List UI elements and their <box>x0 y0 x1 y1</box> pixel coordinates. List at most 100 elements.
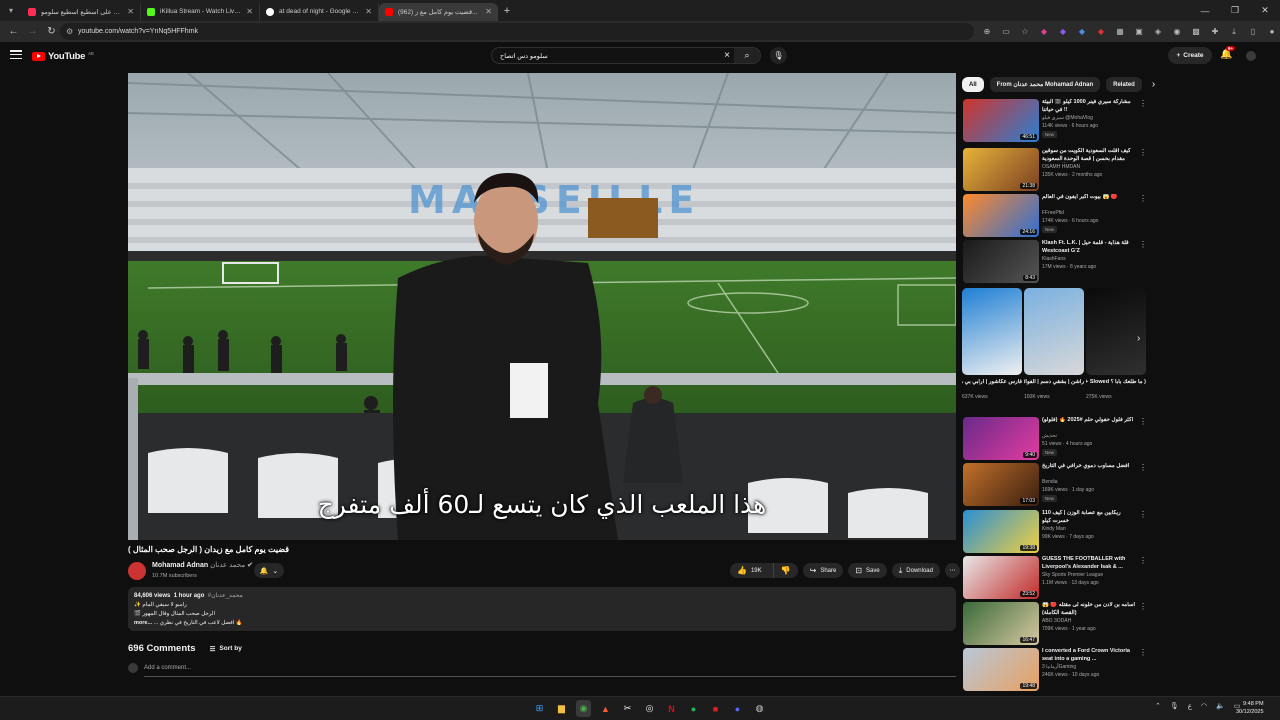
forward-icon[interactable]: → <box>23 26 42 37</box>
related-video-title[interactable]: GUESS THE FOOTBALLER with Liverpool's Al… <box>1042 556 1136 571</box>
menu-hamburger-icon[interactable] <box>10 50 22 59</box>
related-channel-name[interactable]: تحذيش <box>1042 433 1057 439</box>
extension-red-icon[interactable]: ◆ <box>1094 23 1108 40</box>
system-clock[interactable]: 9:48 PM 30/12/2025 <box>1236 700 1264 716</box>
bookmark-star-icon[interactable]: ☆ <box>1018 23 1032 40</box>
close-tab-icon[interactable]: ✕ <box>365 7 372 16</box>
video-player[interactable]: MARSEILLE VERY LEAGUE POWERED BY <box>128 73 956 540</box>
capcut-icon[interactable]: ✂ <box>620 700 635 717</box>
related-channel-name[interactable]: OSAMH HMDAN <box>1042 164 1080 170</box>
obs-icon[interactable]: ◎ <box>642 700 657 717</box>
extension-pink-icon[interactable]: ◆ <box>1037 23 1051 40</box>
related-video-item[interactable]: 21:38 كيف اقلت السعودية الكويت من سوقين م… <box>963 148 1148 192</box>
address-bar[interactable]: ⚙ youtube.com/watch?v=YnNq5HFFhmk <box>60 23 974 40</box>
related-channel-name[interactable]: ABO 3ODAH <box>1042 618 1071 624</box>
more-vertical-icon[interactable]: ⋮ <box>1139 648 1147 657</box>
related-channel-name[interactable]: سيري فيلو @MohaVlog <box>1042 115 1093 121</box>
related-video-item[interactable]: 24:16 بيوت اكبر ايفون في العالم 😱 🔴 FFreeP… <box>963 194 1148 238</box>
video-thumbnail[interactable]: 19:38 <box>963 510 1039 553</box>
related-video-item[interactable]: 23:52 GUESS THE FOOTBALLER with Liverpool… <box>963 556 1148 600</box>
chip-from-channel[interactable]: From محمد عدنان Mohamad Adnan <box>989 77 1101 92</box>
create-button[interactable]: + Create <box>1168 47 1212 64</box>
browser-tab-google[interactable]: at dead of night - Google Sear ✕ <box>260 2 379 21</box>
video-thumbnail[interactable]: 21:38 <box>963 148 1039 191</box>
related-video-title[interactable]: I converted a Ford Crown Victoria seat i… <box>1042 648 1136 663</box>
more-vertical-icon[interactable]: ⋮ <box>1139 556 1147 565</box>
more-vertical-icon[interactable]: ⋮ <box>1139 99 1147 108</box>
related-video-title[interactable]: أفضل مساوب دموي خرافي في التاريخ <box>1042 463 1136 471</box>
back-icon[interactable]: ← <box>4 26 23 37</box>
like-button[interactable]: 👍 19K <box>730 563 769 578</box>
related-video-item[interactable]: 46:51 مشاركة سيري فينر 1000 كيلو 🎬 البيئة… <box>963 99 1148 143</box>
video-thumbnail[interactable]: 24:16 <box>963 194 1039 237</box>
hashtag[interactable]: #محمد_عدنان <box>208 593 243 599</box>
extension-grid-icon[interactable]: ▦ <box>1113 23 1127 40</box>
more-vertical-icon[interactable]: ⋮ <box>1139 602 1147 611</box>
maximize-icon[interactable]: ❐ <box>1220 0 1250 21</box>
chip-all[interactable]: All <box>962 77 984 92</box>
related-channel-name[interactable]: FFreePfid <box>1042 210 1064 216</box>
netflix-icon[interactable]: N <box>664 700 679 717</box>
notifications-bell-icon[interactable]: 🔔 9+ <box>1220 46 1236 60</box>
tray-chevron-up-icon[interactable]: ⌃ <box>1155 702 1161 710</box>
video-thumbnail[interactable]: 8:43 <box>963 240 1039 283</box>
more-vertical-icon[interactable]: ⋮ <box>1139 194 1147 203</box>
search-input[interactable]: سلومو دس اتصاح × ⌕ <box>491 47 761 64</box>
short-info[interactable]: راشن | بشقي دسم | الفوائدات العالية 150K … <box>1024 379 1084 401</box>
more-vertical-icon[interactable]: ⋮ <box>1139 417 1147 426</box>
shorts-next-chevron-icon[interactable]: › <box>1137 333 1140 344</box>
more-vertical-icon[interactable]: ⋮ <box>1139 240 1147 249</box>
chip-related[interactable]: Related <box>1106 77 1142 92</box>
short-info[interactable]: فارس عكاشور | ارابي بي ماذا 😂 637K views <box>962 379 1022 401</box>
related-channel-name[interactable]: Sky Sports Premier League <box>1042 572 1103 578</box>
related-video-title[interactable]: بيوت اكبر ايفون في العالم 😱 🔴 <box>1042 194 1136 202</box>
cast-icon[interactable]: ▭ <box>999 23 1013 40</box>
related-channel-name[interactable]: Kindy Man <box>1042 526 1066 532</box>
zoom-icon[interactable]: ⊕ <box>980 23 994 40</box>
related-video-title[interactable]: كيف اقلت السعودية الكويت من سوقين مقدام … <box>1042 148 1136 163</box>
mic-tray-icon[interactable]: 🎙 <box>1170 702 1179 710</box>
browser-tab-tiktok[interactable]: انظر على اسطيع اسطيع سلومو ✕ <box>22 2 141 21</box>
sort-by-button[interactable]: ☰ Sort by <box>210 645 242 653</box>
show-more-link[interactable]: ...more <box>134 620 152 626</box>
account-avatar[interactable] <box>1246 51 1256 61</box>
channel-avatar[interactable] <box>128 562 146 580</box>
brave-icon[interactable]: ▲ <box>598 700 613 717</box>
related-video-item[interactable]: 9:40 اكثر فلول حفولي حلم #2025 🔥 (فلولو) ت… <box>963 417 1148 461</box>
reload-icon[interactable]: ↻ <box>42 26 61 37</box>
video-description[interactable]: 84,606 views 1 hour ago #محمد_عدنان رامب… <box>128 587 956 631</box>
download-button[interactable]: ⤓ Download <box>891 563 940 578</box>
more-vertical-icon[interactable]: ⋮ <box>1139 463 1147 472</box>
extension-diamond-icon[interactable]: ◈ <box>1151 23 1165 40</box>
related-video-title[interactable]: Klash Ft. L.K. | قلة هذاية - قلمة حيل We… <box>1042 240 1136 255</box>
share-button[interactable]: ↪ Share <box>802 563 844 578</box>
video-thumbnail[interactable]: 19:48 <box>963 648 1039 691</box>
voice-search-mic-icon[interactable]: 🎙 <box>770 47 787 64</box>
video-thumbnail[interactable]: 23:52 <box>963 556 1039 599</box>
close-window-icon[interactable]: ✕ <box>1250 0 1280 21</box>
related-video-item[interactable]: 16:47 اسامه بن لادن من خلونه لى مقتله 🔴 😱… <box>963 602 1148 646</box>
extensions-puzzle-icon[interactable]: ✚ <box>1208 23 1222 40</box>
related-channel-name[interactable]: أرمانيا 3Gaming <box>1042 664 1076 670</box>
video-thumbnail[interactable]: 17:03 <box>963 463 1039 506</box>
related-video-item[interactable]: 19:38 110 ريكابين مع عصابة الوزن | كيف خس… <box>963 510 1148 554</box>
video-thumbnail[interactable]: 16:47 <box>963 602 1039 645</box>
extension-purple-icon[interactable]: ◆ <box>1056 23 1070 40</box>
browser-tab-youtube-active[interactable]: (962) قضيت يوم كامل مع ز... ✕ <box>379 2 498 21</box>
short-thumbnail[interactable] <box>1024 288 1084 375</box>
more-actions-button[interactable]: ⋯ <box>944 563 960 578</box>
extension-blue-icon[interactable]: ◆ <box>1075 23 1089 40</box>
start-windows-icon[interactable]: ⊞ <box>532 700 547 717</box>
file-explorer-icon[interactable]: ▆ <box>554 700 569 717</box>
related-video-item[interactable]: 17:03 أفضل مساوب دموي خرافي في التاريخ Ben… <box>963 463 1148 507</box>
download-icon[interactable]: ⤓ <box>1227 23 1241 40</box>
wifi-icon[interactable]: ◠ <box>1201 702 1207 710</box>
short-thumbnail[interactable] <box>962 288 1022 375</box>
spotify-icon[interactable]: ● <box>686 700 701 717</box>
chevron-right-icon[interactable]: › <box>1152 79 1155 90</box>
short-thumbnail[interactable] <box>1086 288 1146 375</box>
related-channel-name[interactable]: Bendia <box>1042 479 1058 485</box>
more-vertical-icon[interactable]: ⋮ <box>1139 148 1147 157</box>
related-video-title[interactable]: 110 ريكابين مع عصابة الوزن | كيف خسرت كي… <box>1042 510 1136 525</box>
channel-name-row[interactable]: Mohamad Adnan محمد عدنان ✔ <box>152 561 253 571</box>
